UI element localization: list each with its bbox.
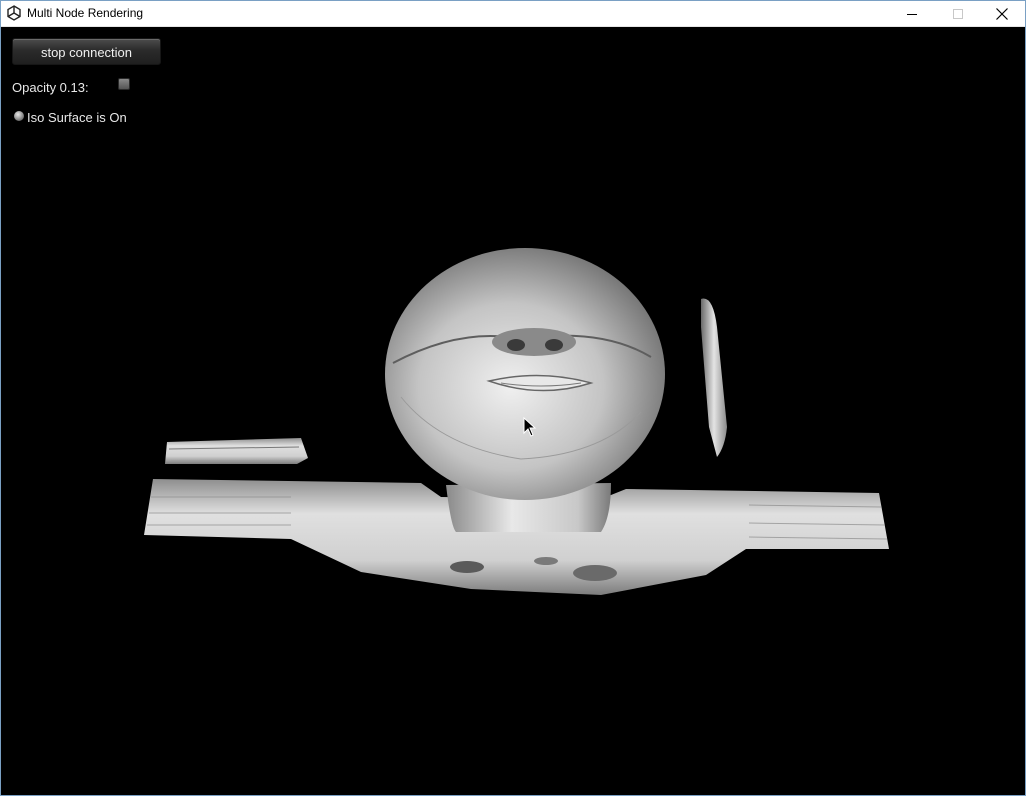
opacity-label: Opacity 0.13: [12, 80, 89, 95]
title-bar[interactable]: Multi Node Rendering [1, 1, 1025, 27]
volume-rendering [144, 248, 889, 595]
left-thin-slab [165, 438, 308, 464]
window-title: Multi Node Rendering [27, 6, 144, 20]
minimize-icon [907, 13, 917, 15]
iso-surface-toggle[interactable] [14, 111, 24, 121]
close-button[interactable] [979, 1, 1025, 26]
render-viewport[interactable]: stop connection Opacity 0.13: Iso Surfac… [1, 27, 1025, 795]
unity-icon [7, 5, 21, 21]
close-icon [996, 7, 1008, 20]
mouse-cursor-icon [523, 417, 537, 437]
opacity-slider-thumb[interactable] [118, 78, 130, 90]
right-sliver [701, 298, 727, 457]
app-window: Multi Node Rendering stop connection Opa… [0, 0, 1026, 796]
stop-connection-button[interactable]: stop connection [12, 38, 161, 65]
maximize-button[interactable] [935, 1, 981, 26]
maximize-icon [953, 8, 963, 19]
iso-surface-label[interactable]: Iso Surface is On [27, 110, 127, 125]
head-surface [385, 248, 665, 500]
minimize-button[interactable] [889, 1, 935, 26]
